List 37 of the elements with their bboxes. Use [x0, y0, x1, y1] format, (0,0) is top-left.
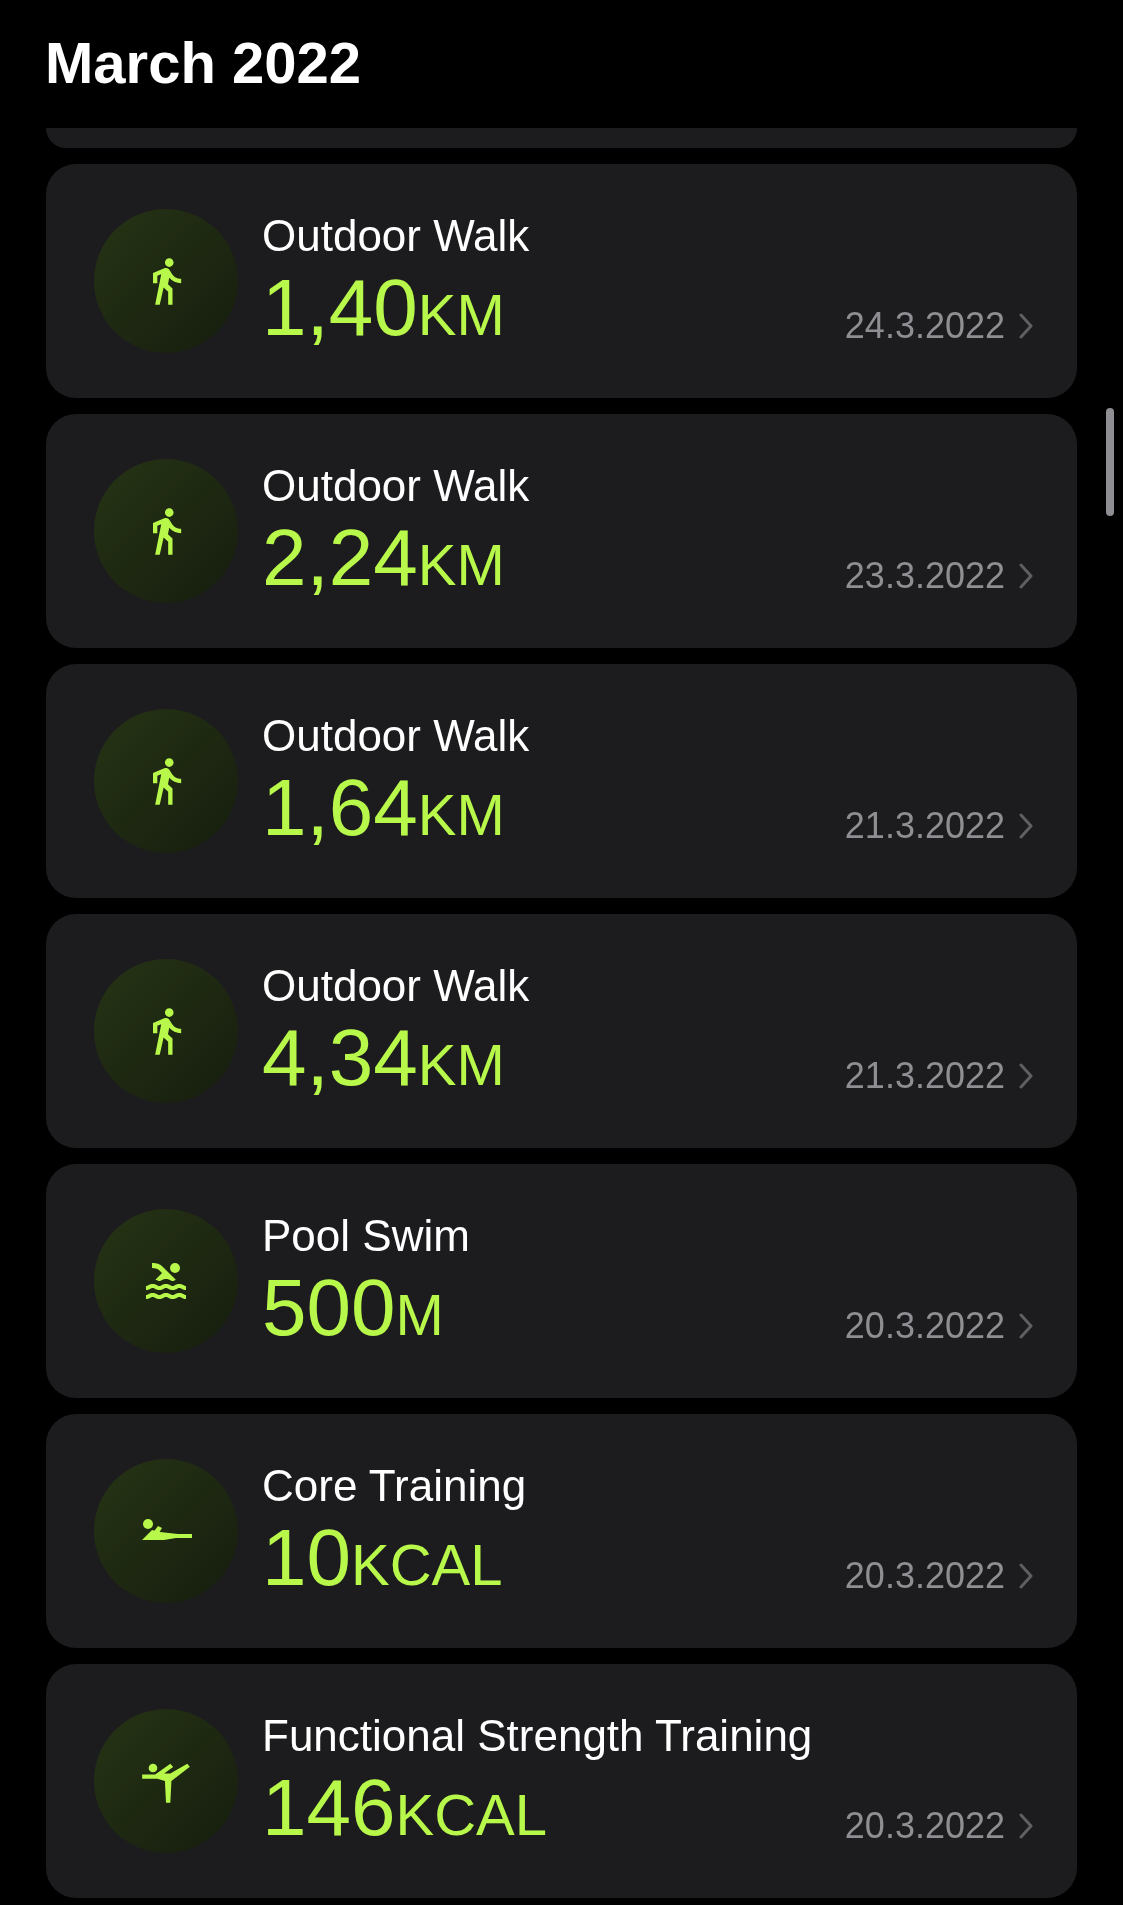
workout-card[interactable]: Outdoor Walk 2,24KM 23.3.2022 — [46, 414, 1077, 648]
month-title: March 2022 — [45, 34, 361, 92]
workout-value: 2,24KM — [262, 518, 505, 598]
chevron-right-icon — [1019, 1063, 1033, 1089]
workout-name: Outdoor Walk — [262, 714, 531, 758]
workout-date: 20.3.2022 — [844, 1558, 1005, 1594]
workout-card[interactable]: Core Training 10KCAL 20.3.2022 — [46, 1414, 1077, 1648]
scrollbar-icon — [1106, 408, 1114, 516]
chevron-right-icon — [1019, 1813, 1033, 1839]
workout-value: 4,34KM — [262, 1018, 505, 1098]
workout-date: 21.3.2022 — [844, 808, 1005, 844]
workout-card[interactable]: Pool Swim 500M 20.3.2022 — [46, 1164, 1077, 1398]
workout-date: 21.3.2022 — [844, 1058, 1005, 1094]
workout-card[interactable]: Functional Strength Training 146KCAL 20.3.2022 — [46, 1664, 1077, 1898]
chevron-right-icon — [1019, 563, 1033, 589]
workout-name: Outdoor Walk — [262, 214, 531, 258]
workout-value: 10KCAL — [262, 1518, 503, 1598]
workout-date: 20.3.2022 — [844, 1308, 1005, 1344]
workout-card[interactable]: Outdoor Walk 1,40KM 24.3.2022 — [46, 164, 1077, 398]
workout-value: 500M — [262, 1268, 444, 1348]
chevron-right-icon — [1019, 1313, 1033, 1339]
workout-name: Outdoor Walk — [262, 964, 531, 1008]
chevron-right-icon — [1019, 313, 1033, 339]
chevron-right-icon — [1019, 1563, 1033, 1589]
workout-name: Pool Swim — [262, 1214, 471, 1258]
workout-value: 1,64KM — [262, 768, 505, 848]
workout-value: 1,40KM — [262, 268, 505, 348]
chevron-right-icon — [1019, 813, 1033, 839]
workout-name: Outdoor Walk — [262, 464, 531, 508]
workout-card[interactable]: Outdoor Walk 1,64KM 21.3.2022 — [46, 664, 1077, 898]
workout-card[interactable]: Outdoor Walk 4,34KM 21.3.2022 — [46, 914, 1077, 1148]
workout-date: 20.3.2022 — [844, 1808, 1005, 1844]
workout-date: 24.3.2022 — [844, 308, 1005, 344]
workout-date: 23.3.2022 — [844, 558, 1005, 594]
workout-name: Functional Strength Training — [262, 1714, 814, 1758]
workout-name: Core Training — [262, 1464, 528, 1508]
workout-value: 146KCAL — [262, 1768, 547, 1848]
